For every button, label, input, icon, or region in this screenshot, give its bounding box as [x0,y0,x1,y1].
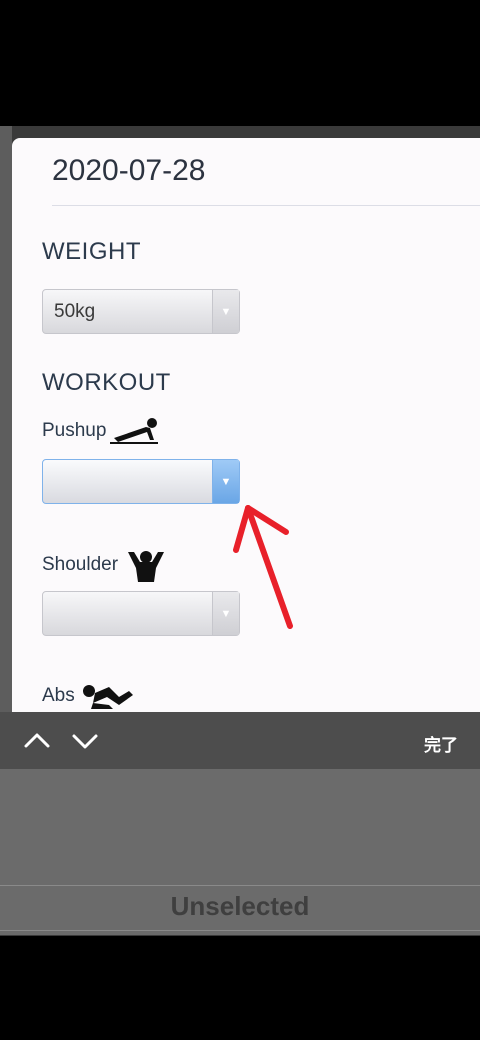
workout-section-title: WORKOUT [42,369,171,396]
shoulder-icon [128,551,165,582]
picker-wheel[interactable]: Unselected [0,769,480,935]
shoulder-label: Shoulder [42,548,170,582]
pushup-icon [110,418,159,444]
keyboard-toolbar: 完了 [0,712,480,769]
divider [52,205,480,206]
shoulder-select[interactable]: ▼ [42,591,240,636]
picker-selection-line-bottom [0,930,480,931]
weight-section-title: WEIGHT [42,238,141,265]
abs-label-text: Abs [42,685,75,706]
chevron-down-icon[interactable]: ▼ [212,290,239,333]
date-title: 2020-07-28 [52,154,206,187]
abs-label: Abs [42,681,135,711]
picker-option[interactable]: Unselected [0,891,480,922]
chevron-down-icon[interactable]: ▼ [212,460,239,503]
pushup-label-text: Pushup [42,420,107,441]
red-annotation-arrow [233,505,293,629]
weight-select[interactable]: 50kg ▼ [42,289,240,334]
dimmed-edge [0,126,12,712]
picker-selection-line-top [0,885,480,886]
weight-select-value: 50kg [54,301,96,322]
pushup-label: Pushup [42,416,162,446]
chevron-down-icon[interactable] [70,726,100,756]
abs-icon [82,685,133,709]
done-button[interactable]: 完了 [424,731,458,756]
chevron-up-icon[interactable] [22,726,52,756]
pushup-select[interactable]: ▼ [42,459,240,504]
shoulder-label-text: Shoulder [42,554,119,575]
